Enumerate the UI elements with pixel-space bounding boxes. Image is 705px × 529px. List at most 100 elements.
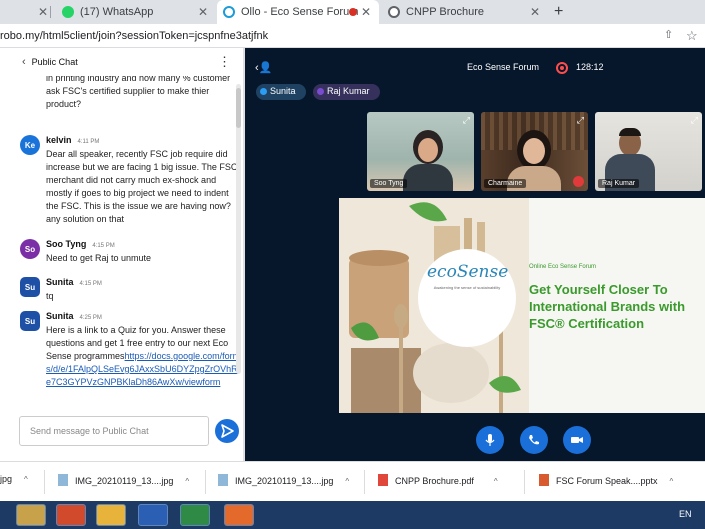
- message-text: in printing industry and how many % cust…: [46, 76, 231, 109]
- slide-kicker: Online Eco Sense Forum: [529, 264, 597, 270]
- message-text: Here is a link to a Quiz for you. Answer…: [46, 324, 238, 389]
- slide-headline: Get Yourself Closer To International Bra…: [529, 282, 686, 331]
- recording-dot-icon: [349, 8, 357, 16]
- chat-message-input[interactable]: Send message to Public Chat: [19, 416, 209, 446]
- chevron-up-icon[interactable]: ^: [345, 477, 349, 486]
- users-toggle-icon[interactable]: ‹👤: [255, 61, 272, 74]
- tab-label: CNPP Brochure: [406, 6, 485, 18]
- chat-scrollbar-thumb[interactable]: [236, 88, 241, 128]
- download-item[interactable]: CNPP Brochure.pdf ^: [378, 474, 498, 486]
- meeting-area: ‹👤 Eco Sense Forum 128:12 Sunita Raj Kum…: [245, 48, 705, 461]
- fullscreen-icon[interactable]: ⤢: [577, 115, 584, 126]
- avatar: Su: [20, 311, 40, 331]
- message-time: 4:11 PM: [77, 139, 100, 145]
- avatar: Ke: [20, 135, 40, 155]
- logo-wordmark: ecoSense: [427, 262, 509, 282]
- tab-label: Ollo - Eco Sense Forum: [241, 6, 359, 18]
- close-tab-icon[interactable]: ✕: [530, 5, 540, 19]
- close-tab-icon[interactable]: ✕: [198, 5, 208, 19]
- globe-icon: [388, 6, 400, 18]
- download-item[interactable]: FSC Forum Speak....pptx ^: [539, 474, 673, 486]
- share-icon[interactable]: ⇧: [664, 28, 673, 41]
- participant-name: Soo Tyng: [370, 179, 408, 188]
- phone-icon: [529, 435, 539, 445]
- presenter-dot-icon: [260, 88, 267, 95]
- room-name: Eco Sense Forum: [467, 62, 540, 72]
- muted-mic-icon: [573, 176, 584, 187]
- video-tile[interactable]: ⤢ Charmaine: [481, 112, 588, 191]
- participant-name: Raj Kumar: [598, 179, 640, 188]
- message-text: Need to get Raj to unmute: [46, 253, 152, 263]
- presenter-dot-icon: [317, 88, 324, 95]
- download-item[interactable]: jpg ^: [0, 474, 28, 484]
- record-indicator-icon[interactable]: [556, 62, 568, 74]
- participant-name: Charmaine: [484, 179, 527, 188]
- eco-sense-logo: ecoSense Awakening the sense of sustaina…: [427, 262, 509, 290]
- send-icon: [221, 424, 234, 438]
- message-text: Dear all speaker, recently FSC job requi…: [46, 149, 238, 224]
- avatar: Su: [20, 277, 40, 297]
- fullscreen-icon[interactable]: ⤢: [691, 115, 698, 126]
- message-author: Soo Tyng 4:15 PM: [46, 239, 115, 249]
- download-item[interactable]: IMG_20210119_13....jpg ^: [58, 474, 189, 486]
- chevron-up-icon[interactable]: ^: [185, 477, 189, 486]
- video-tile[interactable]: ⤢ Soo Tyng: [367, 112, 474, 191]
- presenter-name: Sunita: [270, 86, 296, 96]
- more-options-icon[interactable]: ⋮: [218, 54, 231, 70]
- close-tab-icon[interactable]: ✕: [38, 5, 48, 19]
- microphone-icon: [485, 434, 495, 446]
- excel-icon[interactable]: [180, 504, 210, 526]
- chat-header: ‹ Public Chat ⋮: [0, 48, 243, 76]
- media-player-icon[interactable]: [224, 504, 254, 526]
- message-time: 4:15 PM: [79, 281, 102, 287]
- microphone-button[interactable]: [476, 426, 504, 454]
- url-text[interactable]: robo.my/html5client/join?sessionToken=jc…: [0, 30, 268, 42]
- public-chat-panel: ‹ Public Chat ⋮ in printing industry and…: [0, 48, 244, 461]
- tab-whatsapp[interactable]: (17) WhatsApp ✕: [56, 0, 216, 24]
- chat-title: Public Chat: [31, 57, 78, 67]
- new-tab-button[interactable]: +: [554, 3, 563, 21]
- downloads-bar: jpg ^ IMG_20210119_13....jpg ^ IMG_2021011…: [0, 461, 705, 501]
- chevron-up-icon[interactable]: ^: [494, 477, 498, 486]
- bookmark-star-icon[interactable]: ☆: [686, 28, 698, 44]
- message-author: Sunita 4:15 PM: [46, 277, 102, 287]
- video-tile[interactable]: ⤢ Raj Kumar: [595, 112, 702, 191]
- powerpoint-icon[interactable]: [56, 504, 86, 526]
- presenter-name: Raj Kumar: [327, 86, 370, 96]
- chevron-up-icon[interactable]: ^: [24, 475, 28, 484]
- presentation-slide: ecoSense Awakening the sense of sustaina…: [339, 198, 705, 413]
- browser-tab-strip: ✕ (17) WhatsApp ✕ Ollo - Eco Sense Forum…: [0, 0, 705, 24]
- tab-label: (17) WhatsApp: [80, 6, 154, 18]
- ollo-icon: [223, 6, 235, 18]
- message-list: in printing industry and how many % cust…: [0, 76, 238, 406]
- image-file-icon: [218, 474, 228, 486]
- tab-ollo[interactable]: Ollo - Eco Sense Forum ✕: [217, 0, 379, 24]
- camera-button[interactable]: [563, 426, 591, 454]
- image-file-icon: [58, 474, 68, 486]
- whatsapp-icon: [62, 6, 74, 18]
- download-item[interactable]: IMG_20210119_13....jpg ^: [218, 474, 349, 486]
- word-icon[interactable]: [138, 504, 168, 526]
- recording-timer: 128:12: [576, 62, 604, 72]
- chevron-left-icon[interactable]: ‹: [22, 56, 26, 68]
- language-indicator[interactable]: EN: [679, 509, 692, 519]
- file-explorer-icon[interactable]: [16, 504, 46, 526]
- talking-indicator: Raj Kumar: [313, 84, 380, 100]
- message-time: 4:15 PM: [92, 243, 115, 249]
- message-text: tq: [46, 291, 54, 301]
- phone-button[interactable]: [520, 426, 548, 454]
- logo-tagline: Awakening the sense of sustainability: [433, 285, 501, 290]
- message-author: Sunita 4:25 PM: [46, 311, 102, 321]
- tab-cnpp[interactable]: CNPP Brochure ✕: [382, 0, 548, 24]
- chevron-up-icon[interactable]: ^: [670, 477, 674, 486]
- close-tab-icon[interactable]: ✕: [361, 5, 371, 19]
- message-time: 4:25 PM: [79, 315, 102, 321]
- address-bar[interactable]: robo.my/html5client/join?sessionToken=jc…: [0, 24, 705, 48]
- pptx-file-icon: [539, 474, 549, 486]
- fullscreen-icon[interactable]: ⤢: [463, 115, 470, 126]
- video-camera-icon: [571, 437, 583, 443]
- windows-taskbar: EN: [0, 501, 705, 529]
- chrome-icon[interactable]: [96, 504, 126, 526]
- send-button[interactable]: [215, 419, 239, 443]
- pdf-file-icon: [378, 474, 388, 486]
